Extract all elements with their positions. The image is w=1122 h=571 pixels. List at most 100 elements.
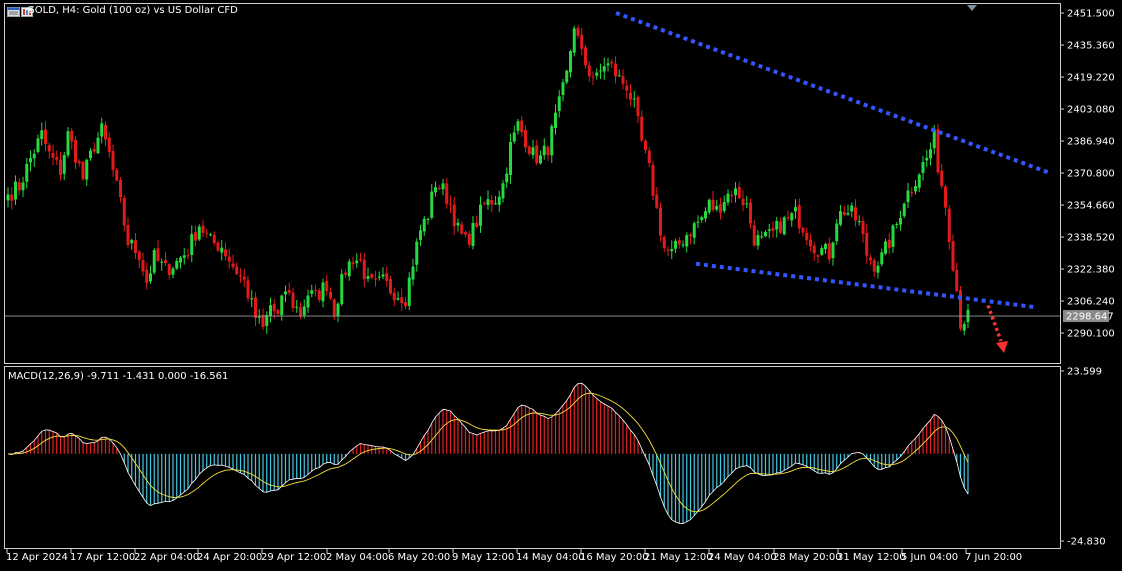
candle-body xyxy=(557,96,561,112)
candle-body xyxy=(194,232,197,241)
candle-body xyxy=(516,121,520,131)
candle-body xyxy=(812,245,816,254)
candle-body xyxy=(32,153,36,159)
candle-body xyxy=(246,280,250,299)
candle-body xyxy=(861,220,865,235)
candle-body xyxy=(569,51,572,73)
candle-body xyxy=(167,264,171,275)
candle-body xyxy=(955,269,959,292)
candle-body xyxy=(775,220,779,230)
candle-body xyxy=(164,260,167,264)
candle-body xyxy=(501,183,505,199)
candle-body xyxy=(722,201,726,212)
candle-body xyxy=(329,291,332,299)
candle-body xyxy=(377,276,381,278)
candle-body xyxy=(576,27,580,36)
candle-body xyxy=(636,96,640,117)
candle-body xyxy=(85,159,89,180)
price-tick-label: 2419.220 xyxy=(1067,73,1115,84)
candle-body xyxy=(685,235,689,247)
candle-body xyxy=(730,195,734,197)
candle-body xyxy=(62,155,66,174)
time-tick-label: 6 May 20:00 xyxy=(388,552,450,563)
candle-body xyxy=(696,221,700,223)
candle-body xyxy=(651,165,655,196)
candle-body xyxy=(505,173,509,183)
candle-body xyxy=(899,218,902,225)
candle-body xyxy=(317,290,321,300)
candle-body xyxy=(865,232,869,256)
candle-body xyxy=(902,203,906,217)
candle-body xyxy=(801,227,805,233)
candle-body xyxy=(239,275,242,277)
candle-body xyxy=(235,266,239,275)
candle-body xyxy=(205,232,209,234)
candle-body xyxy=(846,213,850,215)
candle-body xyxy=(479,204,482,226)
candle-body xyxy=(374,278,377,280)
candle-body xyxy=(621,76,625,84)
candle-body xyxy=(921,162,925,173)
candle-body xyxy=(475,222,479,228)
candle-body xyxy=(456,222,460,226)
candle-body xyxy=(430,191,434,218)
candle-body xyxy=(347,261,351,277)
candle-body xyxy=(614,63,617,77)
candle-body xyxy=(704,211,707,219)
candle-body xyxy=(404,302,407,307)
candle-body xyxy=(869,257,872,261)
candle-body xyxy=(550,126,554,156)
candle-body xyxy=(426,218,430,220)
candle-body xyxy=(370,274,374,278)
candle-body xyxy=(595,72,599,76)
candle-body xyxy=(494,203,497,205)
time-tick-label: 22 Apr 04:00 xyxy=(134,552,199,563)
candle-body xyxy=(175,260,179,269)
time-tick-label: 29 Apr 12:00 xyxy=(261,552,326,563)
candle-body xyxy=(486,199,490,205)
candle-body xyxy=(325,281,329,292)
candle-body xyxy=(760,236,764,238)
candle-body xyxy=(70,130,74,142)
candle-body xyxy=(895,223,899,225)
candle-body xyxy=(272,303,276,312)
candle-body xyxy=(40,130,44,139)
candle-body xyxy=(385,273,389,281)
candle-body xyxy=(816,255,820,257)
candle-body xyxy=(467,233,471,245)
candle-body xyxy=(947,208,951,242)
candle-body xyxy=(655,194,659,208)
candle-body xyxy=(662,237,666,248)
candle-body xyxy=(629,92,632,100)
time-tick-label: 5 Jun 04:00 xyxy=(901,552,958,563)
candle-body xyxy=(295,306,299,308)
candle-body xyxy=(689,234,692,237)
candle-body xyxy=(565,70,569,83)
candle-body xyxy=(925,157,929,161)
candle-body xyxy=(261,314,265,327)
candle-body xyxy=(55,157,59,160)
candle-body xyxy=(224,249,227,257)
candle-body xyxy=(29,158,32,163)
candle-body xyxy=(471,222,475,247)
candle-body xyxy=(14,181,17,200)
candle-body xyxy=(25,163,29,182)
candle-body xyxy=(134,240,137,253)
chart-window-icon[interactable] xyxy=(7,7,20,17)
candle-body xyxy=(625,85,629,91)
candle-body xyxy=(449,203,452,205)
candle-body xyxy=(561,82,565,96)
candle-body xyxy=(741,198,745,206)
candle-body xyxy=(216,242,220,251)
candle-body xyxy=(617,75,621,77)
time-tick-label: 12 Apr 2024 xyxy=(6,552,68,563)
candle-body xyxy=(737,187,741,199)
candle-body xyxy=(179,257,182,263)
candle-body xyxy=(707,199,711,213)
candle-body xyxy=(779,221,782,233)
candle-body xyxy=(351,262,355,265)
candle-body xyxy=(820,248,824,255)
candle-body xyxy=(74,140,77,163)
candle-body xyxy=(940,170,944,187)
candle-body xyxy=(51,153,55,158)
